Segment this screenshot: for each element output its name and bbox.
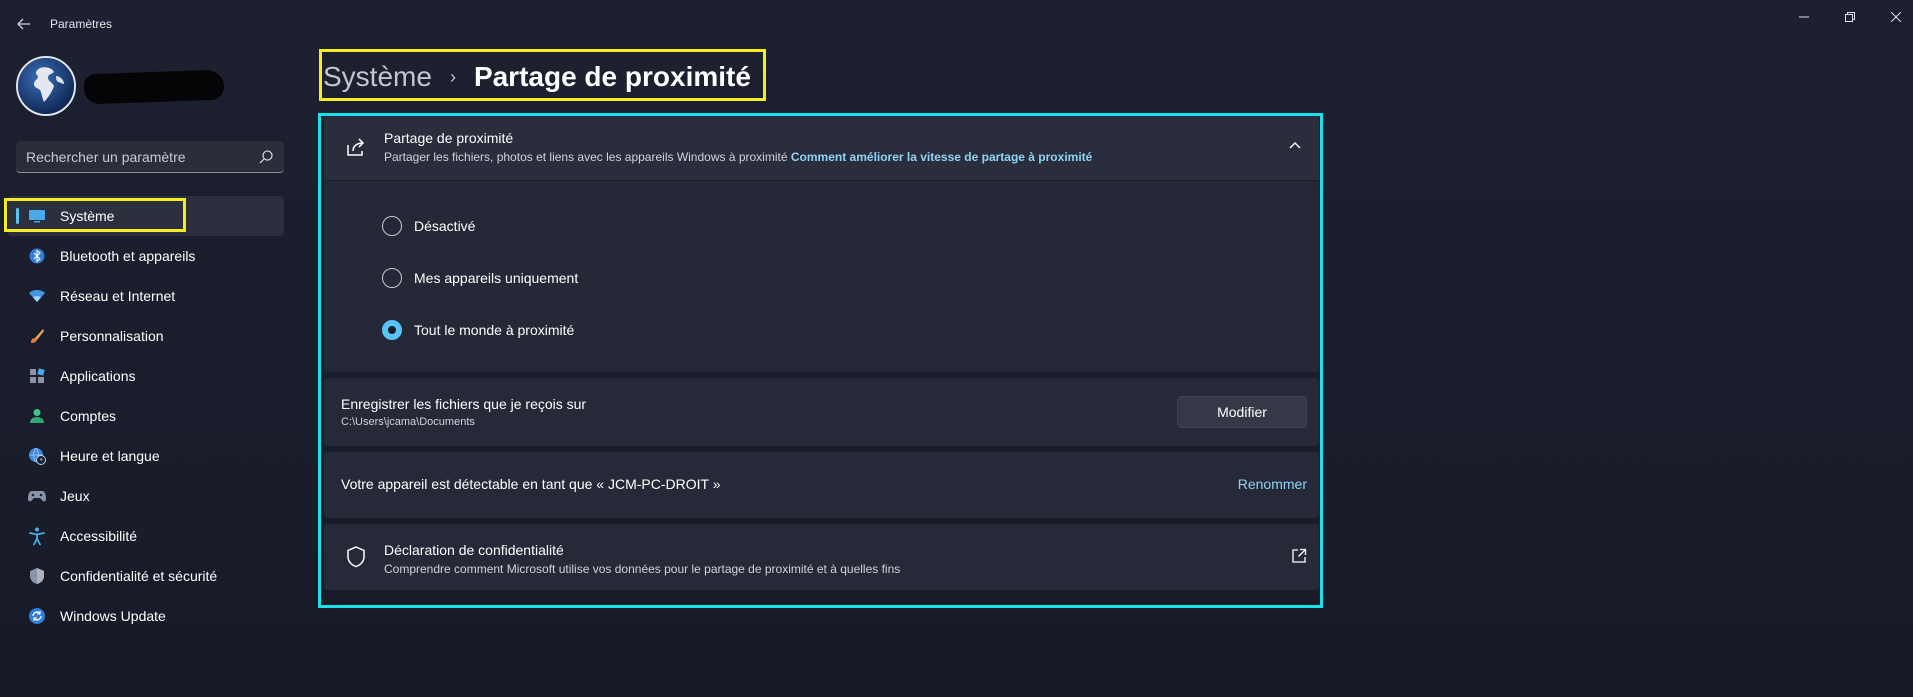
apps-icon [28, 367, 46, 385]
sidebar-item-label: Réseau et Internet [60, 288, 176, 304]
back-arrow-icon [17, 18, 30, 30]
globe-clock-icon [28, 447, 46, 465]
restore-button[interactable] [1830, 4, 1870, 30]
sidebar-item-personnalisation[interactable]: Personnalisation [8, 316, 284, 356]
search-icon [259, 150, 273, 164]
gamepad-icon [28, 487, 46, 505]
sidebar-nav: Système Bluetooth et appareils Réseau et… [8, 196, 284, 636]
sidebar-item-accessibilite[interactable]: Accessibilité [8, 516, 284, 556]
sidebar-item-label: Heure et langue [60, 448, 160, 464]
restore-icon [1845, 12, 1855, 22]
wifi-icon [28, 287, 46, 305]
sidebar-item-label: Confidentialité et sécurité [60, 568, 218, 584]
search-placeholder: Rechercher un paramètre [26, 149, 186, 165]
username-redacted [83, 69, 225, 105]
sidebar-item-label: Accessibilité [60, 528, 138, 544]
sidebar-item-reseau[interactable]: Réseau et Internet [8, 276, 284, 316]
highlight-breadcrumb [319, 49, 766, 101]
minimize-button[interactable] [1784, 4, 1824, 30]
shield-icon [28, 567, 46, 585]
update-icon [28, 607, 46, 625]
sidebar-item-confidentialite[interactable]: Confidentialité et sécurité [8, 556, 284, 596]
sidebar-item-label: Windows Update [60, 608, 166, 624]
search-input[interactable]: Rechercher un paramètre [16, 141, 284, 173]
sidebar-item-jeux[interactable]: Jeux [8, 476, 284, 516]
sidebar-item-label: Comptes [60, 408, 117, 424]
bluetooth-icon [28, 247, 46, 265]
person-icon [28, 407, 46, 425]
highlight-sidebar-systeme [4, 198, 186, 232]
sidebar-item-label: Applications [60, 368, 136, 384]
avatar[interactable] [16, 56, 76, 116]
sidebar-item-heure[interactable]: Heure et langue [8, 436, 284, 476]
brush-icon [28, 327, 46, 345]
sidebar-item-label: Jeux [60, 488, 90, 504]
sidebar-item-applications[interactable]: Applications [8, 356, 284, 396]
sidebar-item-comptes[interactable]: Comptes [8, 396, 284, 436]
highlight-content-area [318, 113, 1323, 608]
minimize-icon [1799, 16, 1809, 18]
close-icon [1891, 12, 1901, 22]
title-bar: Paramètres [0, 0, 1913, 48]
sidebar-item-windows-update[interactable]: Windows Update [8, 596, 284, 636]
sidebar-item-label: Personnalisation [60, 328, 164, 344]
accessibility-icon [28, 527, 46, 545]
app-title: Paramètres [50, 17, 113, 31]
globe-avatar-icon [18, 58, 74, 114]
back-button[interactable] [12, 12, 36, 36]
sidebar-item-label: Bluetooth et appareils [60, 248, 196, 264]
sidebar-item-bluetooth[interactable]: Bluetooth et appareils [8, 236, 284, 276]
close-button[interactable] [1876, 4, 1913, 30]
